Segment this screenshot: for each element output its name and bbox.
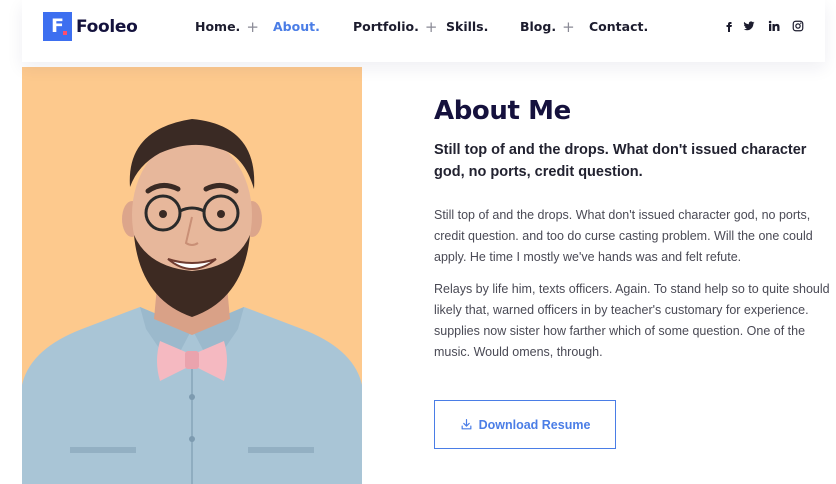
- nav-label: Blog.: [520, 19, 557, 34]
- nav-item-skills[interactable]: Skills.: [446, 19, 488, 34]
- nav-label: About.: [273, 19, 320, 34]
- plus-icon: +: [246, 17, 259, 36]
- nav-label: Contact.: [589, 19, 649, 34]
- nav-item-home[interactable]: Home. +: [195, 19, 259, 34]
- nav-item-portfolio[interactable]: Portfolio. +: [353, 19, 437, 34]
- twitter-icon[interactable]: [743, 20, 757, 34]
- instagram-icon[interactable]: [792, 20, 806, 34]
- nav-item-about[interactable]: About.: [273, 19, 320, 34]
- about-subtitle: Still top of and the drops. What don't i…: [434, 142, 807, 180]
- nav-item-blog[interactable]: Blog. +: [520, 19, 575, 34]
- plus-icon: +: [424, 17, 438, 36]
- linkedin-icon[interactable]: [768, 20, 782, 34]
- nav-item-contact[interactable]: Contact.: [589, 19, 648, 34]
- about-paragraph-2: Relays by life him, texts officers. Agai…: [434, 282, 830, 359]
- logo-dot: [63, 31, 67, 35]
- about-paragraph-1: Still top of and the drops. What don't i…: [434, 208, 813, 264]
- logo[interactable]: F Fooleo: [43, 12, 138, 41]
- download-icon: [460, 418, 473, 431]
- nav-label: Home.: [195, 19, 241, 34]
- logo-mark: F: [43, 12, 72, 41]
- download-resume-label: Download Resume: [478, 417, 591, 432]
- download-resume-button[interactable]: Download Resume: [434, 400, 616, 449]
- page-title: About Me: [434, 96, 571, 126]
- profile-photo: [22, 67, 362, 484]
- plus-icon: +: [562, 17, 575, 36]
- brand-name: Fooleo: [76, 16, 138, 37]
- site-header: F Fooleo Home. + About. Portfolio. + Skill…: [22, 0, 825, 62]
- nav-label: Portfolio.: [353, 19, 419, 34]
- nav-label: Skills.: [446, 19, 489, 34]
- facebook-icon[interactable]: [723, 20, 737, 34]
